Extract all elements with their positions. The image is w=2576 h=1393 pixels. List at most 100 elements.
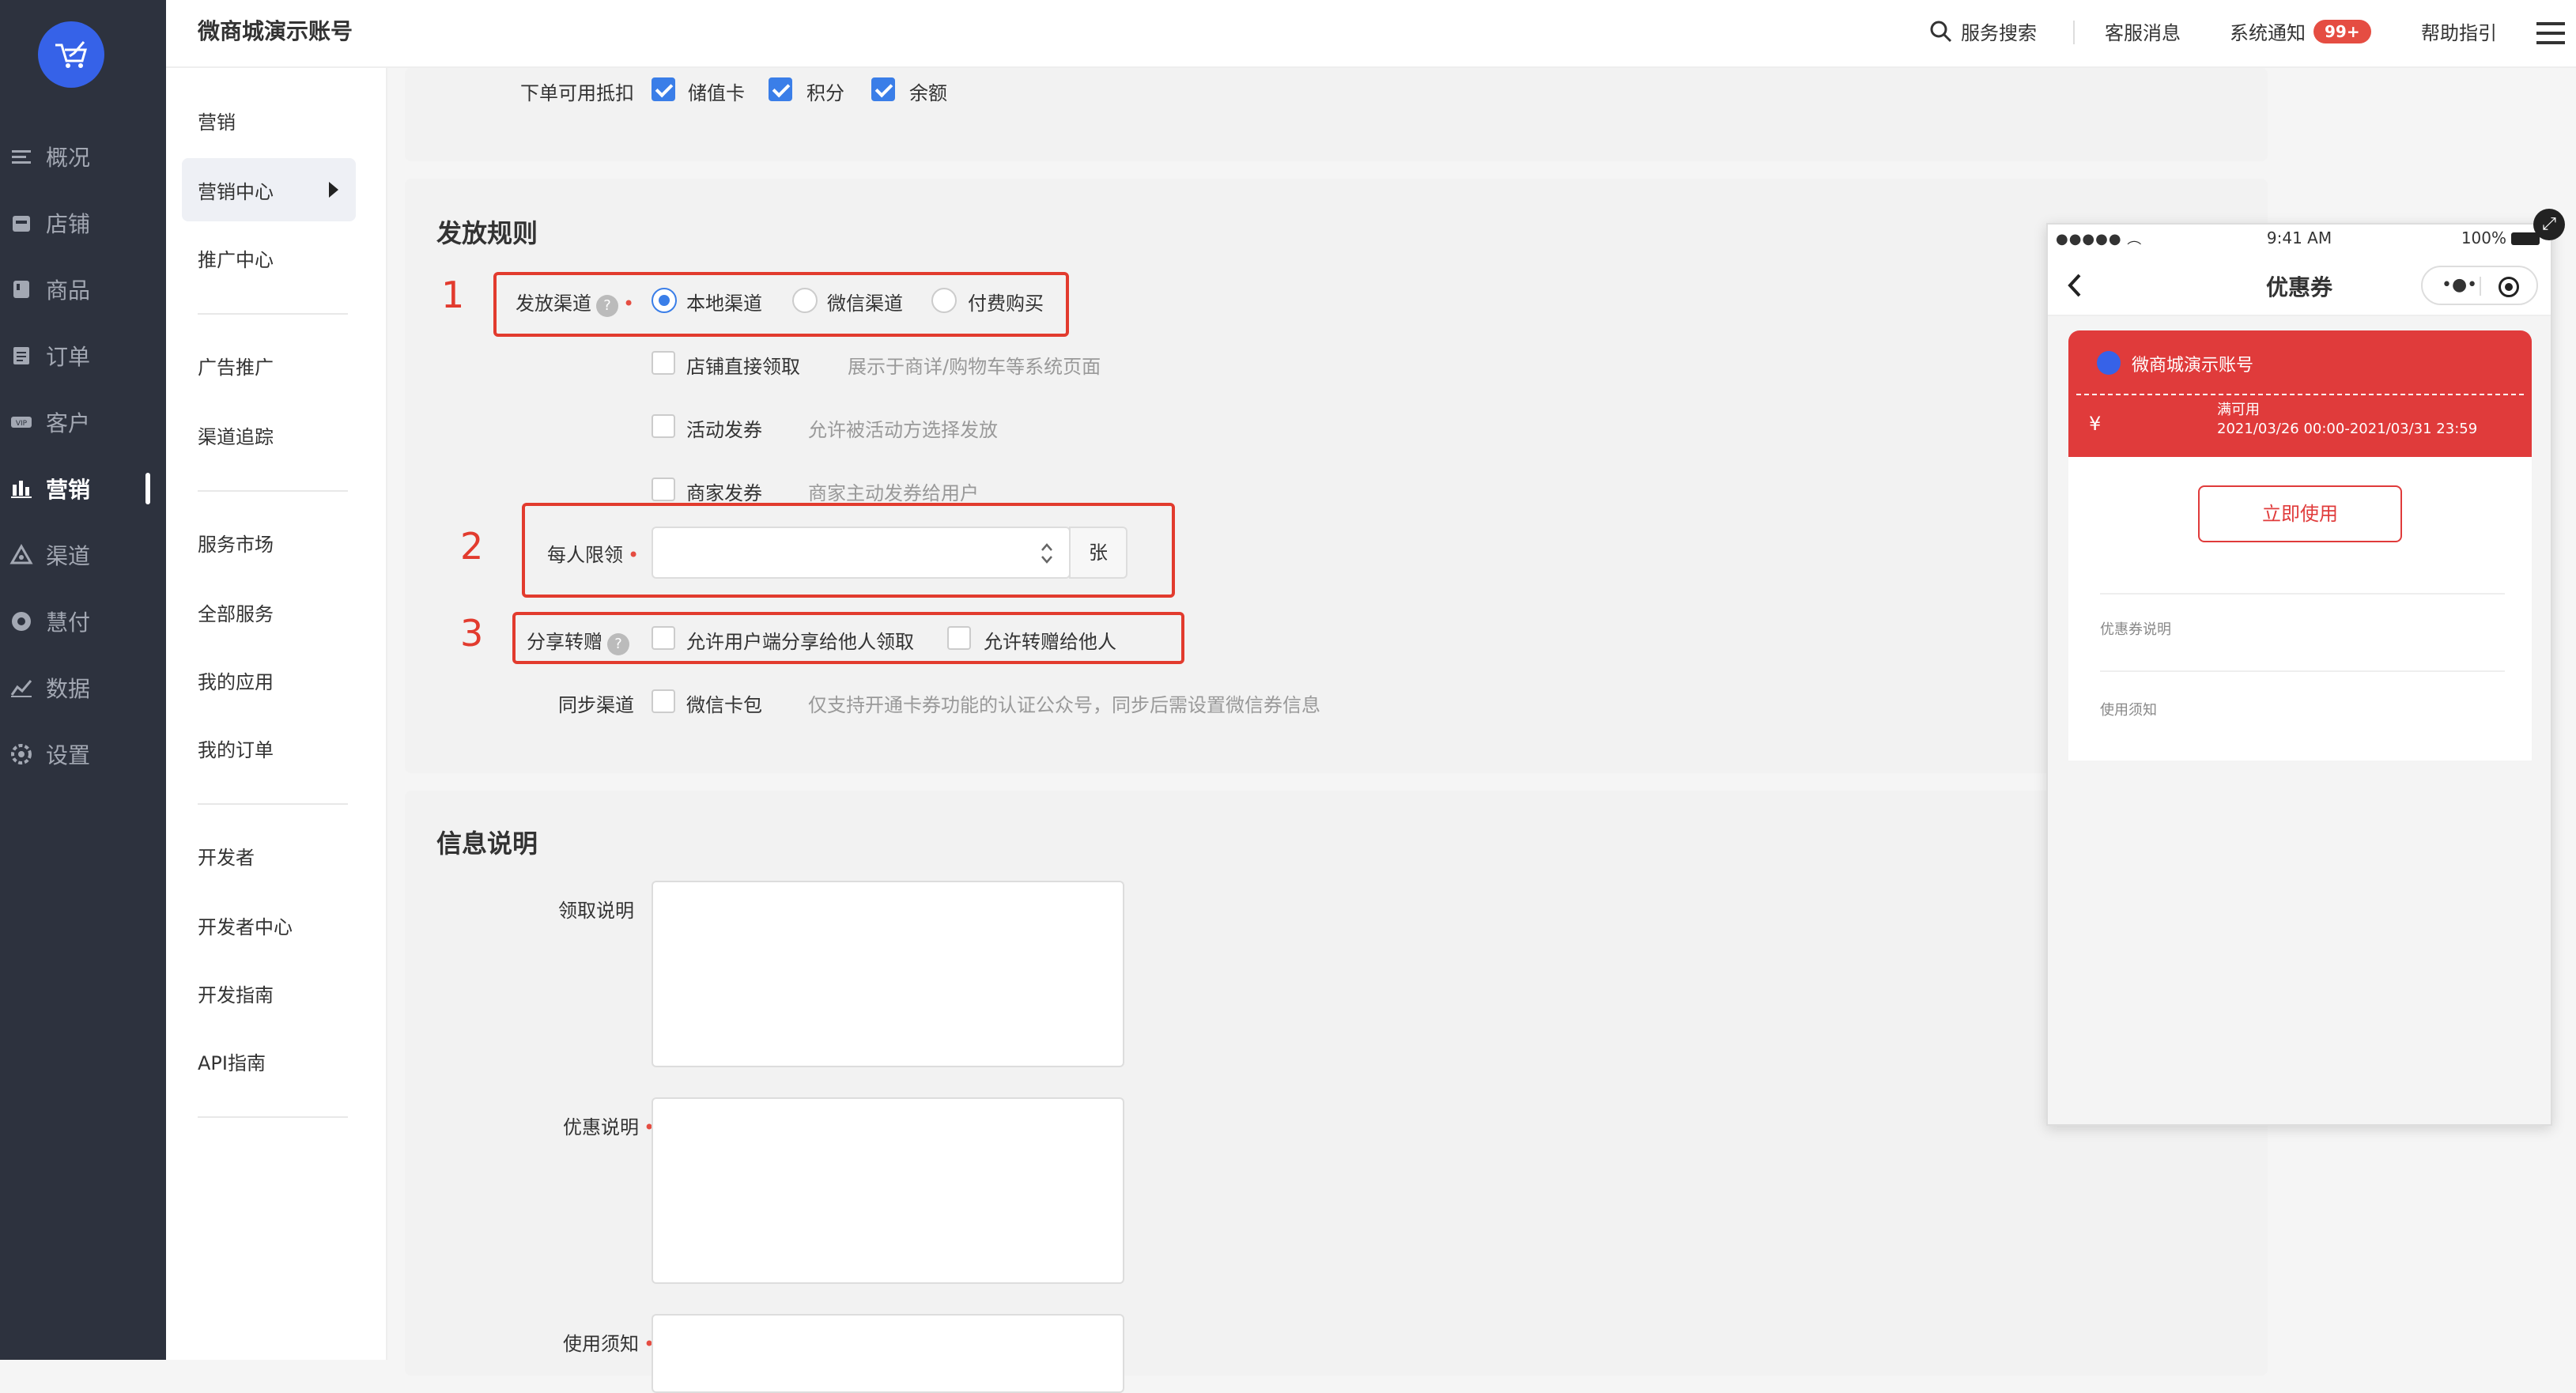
coupon-condition: 满可用 (2217, 402, 2260, 418)
help-icon[interactable]: ? (607, 633, 629, 655)
receive-textarea[interactable] (652, 881, 1124, 1067)
divider (2100, 670, 2505, 672)
sidebar-item-product[interactable]: 商品 (0, 256, 166, 323)
deduct-checkbox-balance[interactable] (871, 77, 895, 101)
annotation-number: 3 (460, 612, 484, 655)
sidebar-item-label: 营销 (46, 477, 91, 503)
coupon-desc-label[interactable]: 优惠券说明 (2100, 618, 2171, 639)
gear-icon (11, 744, 32, 764)
sidebar-item-settings[interactable]: 设置 (0, 721, 166, 787)
channel-label-text: 发放渠道 (516, 293, 591, 315)
notice-label: 使用须知 • (563, 1328, 655, 1356)
customer-messages-link[interactable]: 客服消息 (2105, 17, 2181, 45)
help-link[interactable]: 帮助指引 (2421, 17, 2497, 45)
main-content: 下单可用抵扣 储值卡 积分 余额 发放规则 1 发放渠道? • 本地渠道 微信渠道… (387, 68, 2285, 1393)
deduct-option-label: 储值卡 (688, 82, 745, 104)
sidebar-item-label: 设置 (46, 742, 91, 768)
subnav-item-dev-center[interactable]: 开发者中心 (182, 893, 356, 957)
share-checkbox[interactable] (652, 626, 675, 650)
top-bar: 微商城演示账号 服务搜索 客服消息 系统通知 99+ 帮助指引 (166, 0, 2576, 68)
sidebar-item-order[interactable]: 订单 (0, 323, 166, 389)
deduct-option-label: 积分 (806, 82, 844, 104)
wechat-card-checkbox[interactable] (652, 689, 675, 713)
phone-status-bar: ●●●●● ︵ 9:41 AM 100% (2048, 225, 2551, 253)
subnav-item-ad[interactable]: 广告推广 (182, 334, 356, 397)
merchant-issue-checkbox[interactable] (652, 478, 675, 501)
sidebar-item-shop[interactable]: 店铺 (0, 190, 166, 256)
deduction-card: 下单可用抵扣 储值卡 积分 余额 (405, 68, 2268, 161)
coupon-notice-label[interactable]: 使用须知 (2100, 699, 2157, 719)
battery-icon (2511, 232, 2540, 245)
coupon-period: 2021/03/26 00:00-2021/03/31 23:59 (2217, 421, 2478, 437)
activity-issue-checkbox[interactable] (652, 414, 675, 438)
share-option-label: 允许转赠给他人 (984, 631, 1116, 653)
hamburger-menu-icon[interactable] (2536, 21, 2565, 46)
sidebar-item-customer[interactable]: VIP 客户 (0, 389, 166, 455)
sync-label: 同步渠道 (558, 694, 634, 716)
sidebar-item-channel[interactable]: 渠道 (0, 522, 166, 588)
limit-label-text: 每人限领 (547, 544, 623, 566)
subnav-item-my-orders[interactable]: 我的订单 (182, 716, 356, 780)
channel-radio-wechat[interactable] (792, 288, 818, 313)
sidebar-item-pay[interactable]: 慧付 (0, 588, 166, 655)
bar-chart-icon (11, 481, 32, 498)
channel-radio-local[interactable] (652, 288, 677, 313)
info-card: 信息说明 领取说明 优惠说明 • 使用须知 • (405, 791, 2268, 1393)
channel-option-label: 付费购买 (968, 293, 1044, 315)
svg-text:VIP: VIP (16, 420, 28, 428)
capsule-menu: •●• (2421, 266, 2538, 305)
discount-label-text: 优惠说明 (563, 1116, 639, 1138)
system-notify-link[interactable]: 系统通知 99+ (2230, 17, 2371, 45)
help-icon[interactable]: ? (596, 295, 618, 317)
service-search-button[interactable]: 服务搜索 (1929, 17, 2037, 45)
sidebar-item-marketing[interactable]: 营销 (0, 455, 166, 522)
product-icon (13, 281, 29, 298)
use-now-button[interactable]: 立即使用 (2198, 485, 2402, 542)
coupon-card: 微商城演示账号 ¥ 满可用 2021/03/26 00:00-2021/03/3… (2068, 330, 2532, 457)
channel-option-label: 本地渠道 (686, 293, 762, 315)
sidebar-item-label: 数据 (46, 676, 91, 702)
coupon-shop-name: 微商城演示账号 (2132, 356, 2254, 376)
deduct-checkbox-storedcard[interactable] (652, 77, 675, 101)
subnav-item-api-guide[interactable]: API指南 (182, 1029, 356, 1093)
search-icon (1930, 21, 1952, 42)
coupon-currency: ¥ (2089, 413, 2102, 435)
divider (198, 313, 348, 315)
limit-input[interactable] (652, 527, 1071, 579)
deduct-checkbox-points[interactable] (769, 77, 792, 101)
issue-rules-card: 发放规则 1 发放渠道? • 本地渠道 微信渠道 付费购买 店铺直接领取 展示于商… (405, 179, 2268, 773)
subnav-item-channel-track[interactable]: 渠道追踪 (182, 403, 356, 466)
channel-icon (9, 543, 33, 564)
share-label: 分享转赠? (527, 626, 629, 655)
sidebar-item-overview[interactable]: 概况 (0, 123, 166, 190)
divider (2480, 277, 2481, 296)
sidebar-item-data[interactable]: 数据 (0, 655, 166, 721)
left-sidebar: 概况 店铺 商品 订单 VIP 客户 营销 渠道 慧付 数据 设置 (0, 0, 166, 1360)
subnav-item-dev-guide[interactable]: 开发指南 (182, 961, 356, 1025)
share-option-label: 允许用户端分享给他人领取 (686, 631, 914, 653)
subnav-heading-marketing: 营销 (198, 111, 236, 134)
app-logo[interactable] (38, 21, 104, 88)
more-dots-icon[interactable]: •●• (2442, 275, 2477, 295)
subnav-item-my-apps[interactable]: 我的应用 (182, 648, 356, 712)
gift-checkbox[interactable] (947, 626, 971, 650)
subnav-item-promo-center[interactable]: 推广中心 (182, 226, 356, 289)
menu-icon (12, 150, 31, 164)
channel-radio-paid[interactable] (931, 288, 957, 313)
service-search-label: 服务搜索 (1961, 22, 2037, 44)
limit-label: 每人限领 • (547, 539, 639, 567)
shop-direct-checkbox[interactable] (652, 351, 675, 375)
notice-textarea[interactable] (652, 1314, 1124, 1393)
subnav-item-marketing-center[interactable]: 营销中心 (182, 158, 356, 221)
share-label-text: 分享转赠 (527, 631, 602, 653)
discount-textarea[interactable] (652, 1097, 1124, 1284)
close-mini-icon[interactable] (2499, 277, 2519, 297)
sub-navigation: 营销 营销中心 推广中心 广告推广 渠道追踪 服务市场 全部服务 我的应用 我的… (166, 68, 387, 1360)
sub-option-hint: 允许被活动方选择发放 (808, 419, 998, 441)
subnav-item-all-services[interactable]: 全部服务 (182, 580, 356, 644)
section-title: 发放规则 (436, 218, 538, 248)
section-title: 信息说明 (436, 829, 538, 859)
number-stepper-icon[interactable] (1039, 541, 1055, 566)
subnav-label: 营销中心 (198, 180, 274, 203)
expand-icon[interactable]: ⤢ (2533, 209, 2565, 240)
